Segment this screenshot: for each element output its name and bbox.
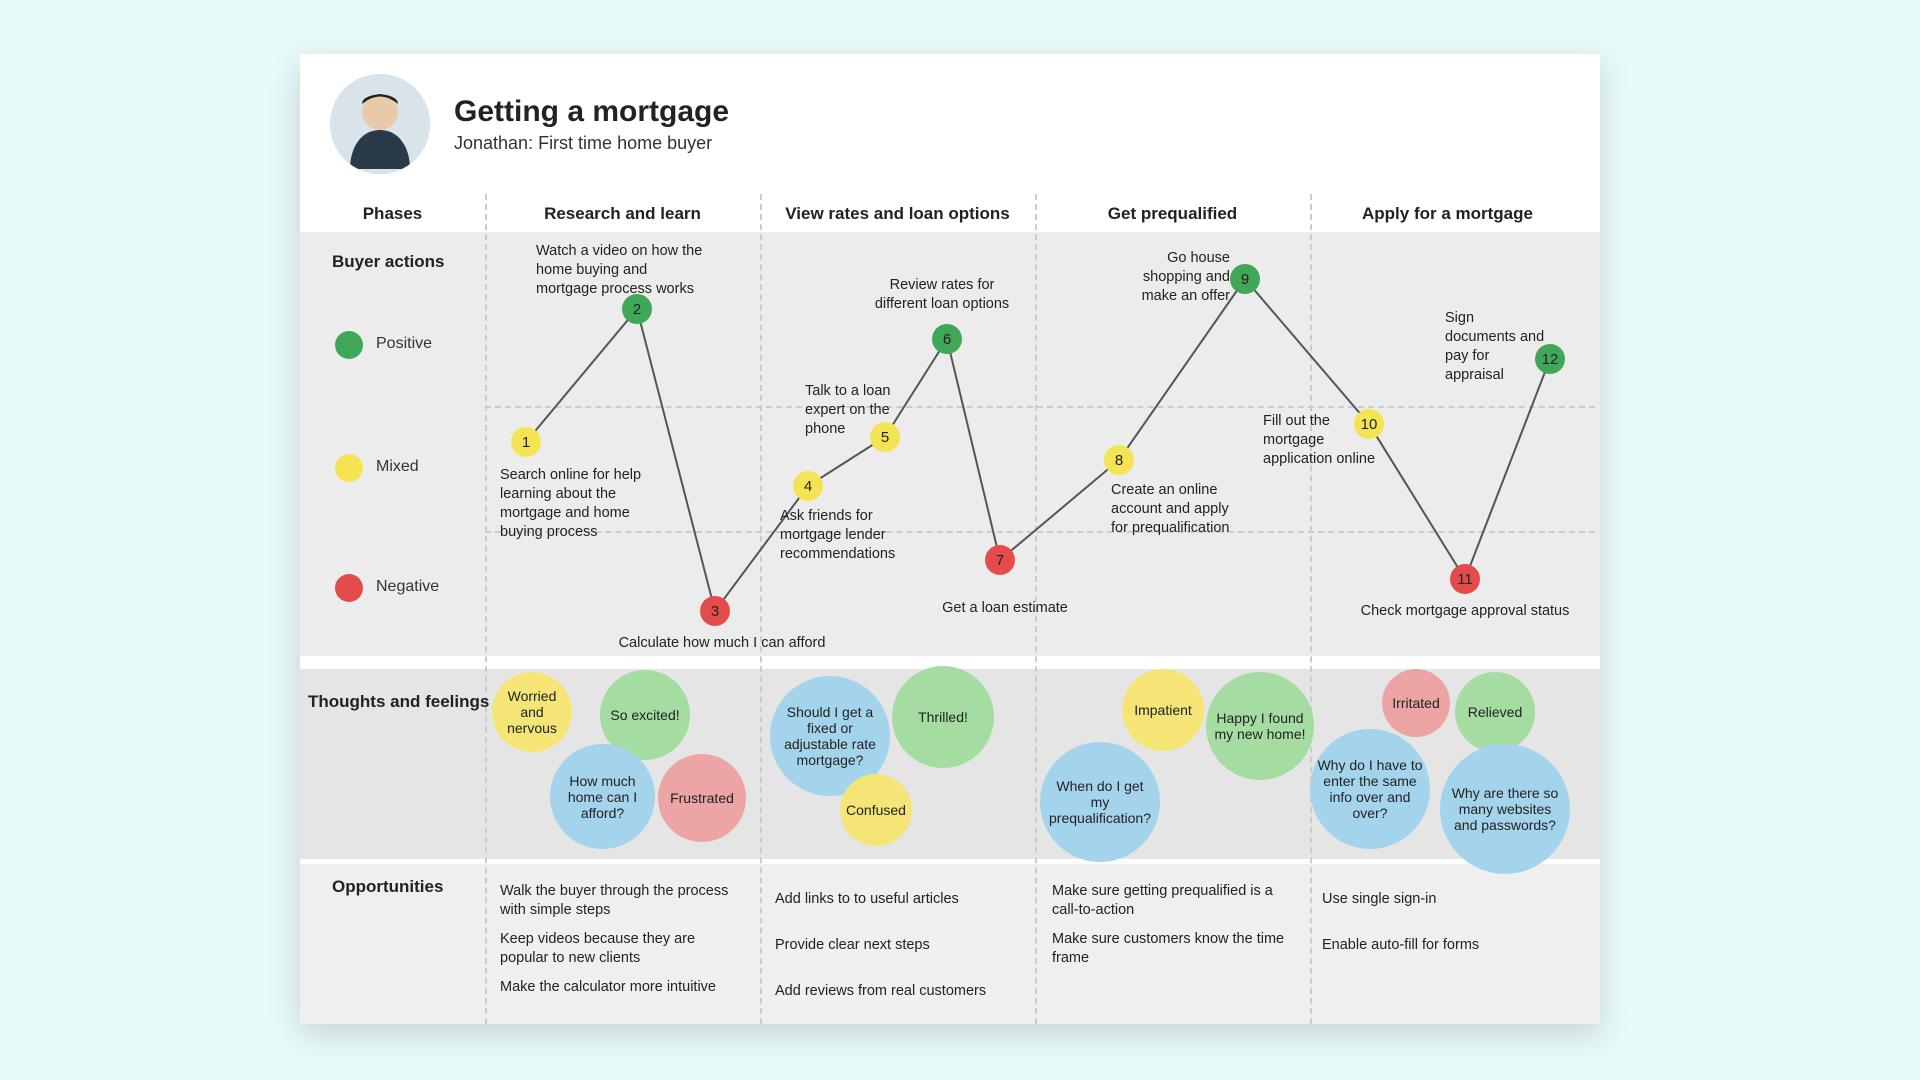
journey-node-10-label: Fill out the mortgage application online [1263, 412, 1383, 469]
legend-dot-negative [335, 574, 363, 602]
thought-bubble: Why do I have to enter the same info ove… [1310, 729, 1430, 849]
opportunity-item: Make sure getting prequalified is a call… [1052, 882, 1287, 920]
journey-node-7: 7 [985, 545, 1015, 575]
header: Getting a mortgage Jonathan: First time … [330, 74, 729, 174]
journey-node-9: 9 [1230, 264, 1260, 294]
journey-node-2-label: Watch a video on how the home buying and… [536, 242, 708, 299]
journey-map-card: Getting a mortgage Jonathan: First time … [300, 54, 1600, 1024]
thought-bubble: Relieved [1455, 672, 1535, 752]
col-header-rates: View rates and loan options [760, 204, 1035, 224]
journey-node-1-label: Search online for help learning about th… [500, 466, 650, 541]
opportunity-item: Add reviews from real customers [775, 982, 1005, 1001]
legend-label-mixed: Mixed [376, 458, 419, 476]
col-header-prequal: Get prequalified [1035, 204, 1310, 224]
opportunity-item: Enable auto-fill for forms [1322, 936, 1552, 955]
journey-node-1: 1 [511, 427, 541, 457]
col-header-research: Research and learn [485, 204, 760, 224]
opportunity-item: Walk the buyer through the process with … [500, 882, 730, 920]
journey-node-12-label: Sign documents and pay for appraisal [1445, 309, 1545, 384]
thought-bubble: Why are there so many websites and passw… [1440, 744, 1570, 874]
page-title: Getting a mortgage [454, 95, 729, 129]
vdivider [485, 194, 487, 1024]
col-header-apply: Apply for a mortgage [1310, 204, 1585, 224]
row-label-thoughts: Thoughts and feelings [308, 692, 489, 712]
legend-label-positive: Positive [376, 335, 432, 353]
thought-bubble: Happy I found my new home! [1206, 672, 1314, 780]
journey-node-4: 4 [793, 471, 823, 501]
thought-bubble: When do I get my prequalification? [1040, 742, 1160, 862]
thought-bubble: Frustrated [658, 754, 746, 842]
persona-avatar [330, 74, 430, 174]
thought-bubble: Confused [840, 774, 912, 846]
col-header-phases: Phases [300, 204, 485, 224]
row-label-opportunities: Opportunities [332, 877, 443, 897]
opportunity-item: Provide clear next steps [775, 936, 1005, 955]
persona-subtitle: Jonathan: First time home buyer [454, 133, 729, 154]
journey-node-11: 11 [1450, 564, 1480, 594]
journey-node-8-label: Create an online account and apply for p… [1111, 481, 1241, 538]
journey-node-7-label: Get a loan estimate [925, 599, 1085, 618]
journey-node-4-label: Ask friends for mortgage lender recommen… [780, 507, 915, 564]
hdivider [485, 406, 1595, 408]
thought-bubble: How much home can I afford? [550, 744, 655, 849]
opportunity-item: Make sure customers know the time frame [1052, 930, 1287, 968]
opportunity-item: Make the calculator more intuitive [500, 978, 730, 997]
journey-node-3-label: Calculate how much I can afford [612, 634, 832, 653]
thought-bubble: Impatient [1122, 669, 1204, 751]
avatar-icon [330, 74, 430, 174]
journey-node-5-label: Talk to a loan expert on the phone [805, 382, 915, 439]
thought-bubble: Irritated [1382, 669, 1450, 737]
row-label-buyer-actions: Buyer actions [332, 252, 444, 272]
journey-node-11-label: Check mortgage approval status [1350, 602, 1580, 621]
legend-label-negative: Negative [376, 578, 439, 596]
thought-bubble: Thrilled! [892, 666, 994, 768]
opportunity-item: Keep videos because they are popular to … [500, 930, 730, 968]
journey-node-8: 8 [1104, 445, 1134, 475]
vdivider [760, 194, 762, 1024]
journey-node-3: 3 [700, 596, 730, 626]
opportunity-item: Add links to to useful articles [775, 890, 1005, 909]
hdivider [485, 531, 1595, 533]
journey-node-9-label: Go house shopping and make an offer [1120, 249, 1230, 306]
legend-dot-positive [335, 331, 363, 359]
journey-node-6-label: Review rates for different loan options [862, 276, 1022, 314]
thought-bubble: Worried and nervous [492, 672, 572, 752]
journey-node-6: 6 [932, 324, 962, 354]
vdivider [1310, 194, 1312, 1024]
opportunity-item: Use single sign-in [1322, 890, 1552, 909]
legend-dot-mixed [335, 454, 363, 482]
